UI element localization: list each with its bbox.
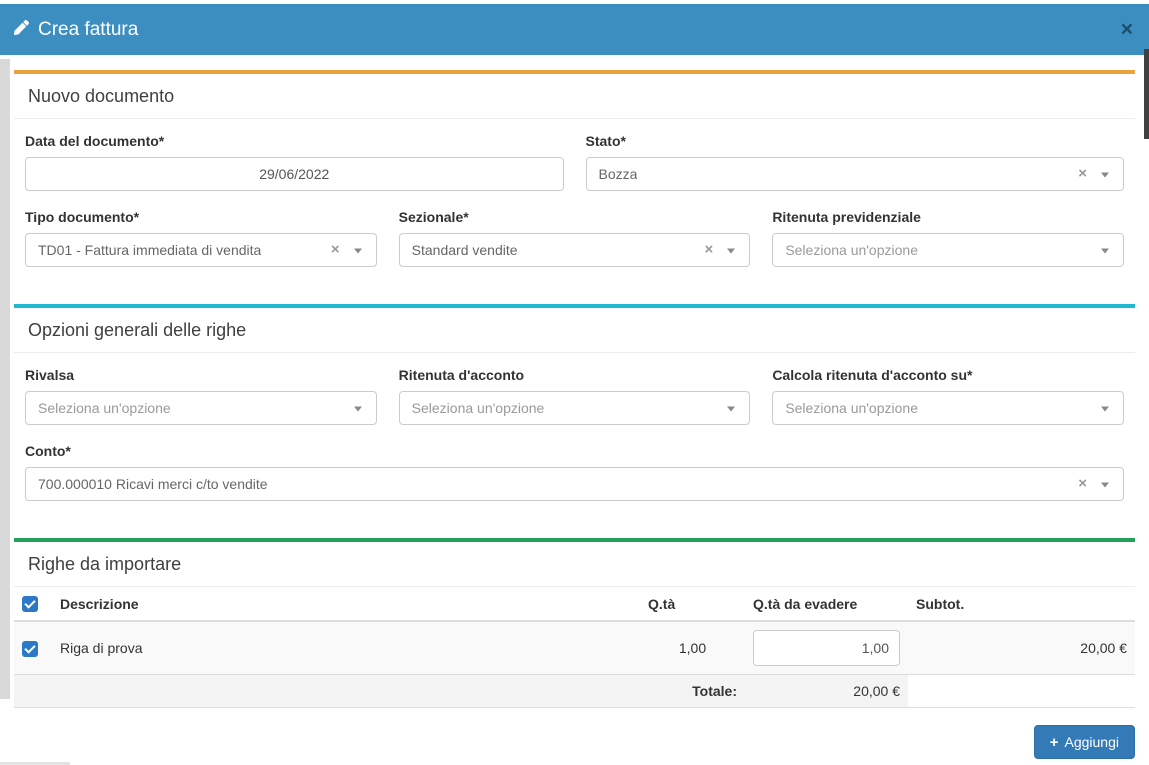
aggiungi-button-label: Aggiungi xyxy=(1065,734,1120,750)
totale-label: Totale: xyxy=(14,675,745,708)
stato-select[interactable]: Bozza × xyxy=(586,157,1125,191)
chevron-down-icon[interactable] xyxy=(354,407,362,412)
chevron-down-icon[interactable] xyxy=(1101,173,1109,178)
qta-da-evadere-input[interactable] xyxy=(753,630,900,666)
column-header-qta: Q.tà xyxy=(640,587,745,621)
ritenuta-previdenziale-placeholder: Seleziona un'opzione xyxy=(785,242,918,258)
table-footer-row: Totale: 20,00 € xyxy=(14,675,1135,708)
table-row: Riga di prova 1,00 20,00 € xyxy=(14,621,1135,675)
chevron-down-icon[interactable] xyxy=(354,249,362,254)
panel-righe-da-importare: Righe da importare Descrizione Q.tà Q.tà… xyxy=(14,538,1135,708)
calcola-ritenuta-placeholder: Seleziona un'opzione xyxy=(785,400,918,416)
table-header-row: Descrizione Q.tà Q.tà da evadere Subtot. xyxy=(14,587,1135,621)
modal-body: Nuovo documento Data del documento* Stat… xyxy=(0,55,1149,759)
clear-x-icon[interactable]: × xyxy=(705,242,714,257)
data-documento-input[interactable] xyxy=(25,157,564,191)
close-icon[interactable]: × xyxy=(1121,19,1133,40)
column-header-qta-da-evadere: Q.tà da evadere xyxy=(745,587,908,621)
rivalsa-placeholder: Seleziona un'opzione xyxy=(38,400,171,416)
plus-icon: + xyxy=(1050,735,1059,750)
clear-x-icon[interactable]: × xyxy=(331,242,340,257)
label-tipo-documento: Tipo documento* xyxy=(25,209,377,225)
label-calcola-ritenuta: Calcola ritenuta d'acconto su* xyxy=(772,367,1124,383)
sezionale-select-value: Standard vendite xyxy=(412,242,518,258)
panel-opzioni-generali: Opzioni generali delle righe Rivalsa Sel… xyxy=(14,304,1135,521)
label-ritenuta-previdenziale: Ritenuta previdenziale xyxy=(772,209,1124,225)
ritenuta-previdenziale-select[interactable]: Seleziona un'opzione xyxy=(772,233,1124,267)
scrollbar-thumb[interactable] xyxy=(1144,49,1149,139)
chevron-down-icon[interactable] xyxy=(1101,249,1109,254)
panel-title-nuovo-documento: Nuovo documento xyxy=(14,74,1135,119)
totale-blank-cell xyxy=(908,675,1135,708)
label-conto: Conto* xyxy=(25,443,1124,459)
sezionale-select[interactable]: Standard vendite × xyxy=(399,233,751,267)
ritenuta-acconto-placeholder: Seleziona un'opzione xyxy=(412,400,545,416)
calcola-ritenuta-select[interactable]: Seleziona un'opzione xyxy=(772,391,1124,425)
tipo-documento-select[interactable]: TD01 - Fattura immediata di vendita × xyxy=(25,233,377,267)
chevron-down-icon[interactable] xyxy=(1101,483,1109,488)
righe-table: Descrizione Q.tà Q.tà da evadere Subtot.… xyxy=(14,587,1135,708)
aggiungi-button[interactable]: + Aggiungi xyxy=(1034,725,1135,759)
column-header-subtot: Subtot. xyxy=(908,587,1135,621)
label-data-documento: Data del documento* xyxy=(25,133,564,149)
chevron-down-icon[interactable] xyxy=(1101,407,1109,412)
panel-title-opzioni-generali: Opzioni generali delle righe xyxy=(14,308,1135,353)
row-descrizione: Riga di prova xyxy=(52,621,640,675)
ritenuta-acconto-select[interactable]: Seleziona un'opzione xyxy=(399,391,751,425)
row-qta: 1,00 xyxy=(640,621,745,675)
select-all-checkbox[interactable] xyxy=(22,596,38,612)
column-header-descrizione: Descrizione xyxy=(52,587,640,621)
chevron-down-icon[interactable] xyxy=(727,407,735,412)
label-stato: Stato* xyxy=(586,133,1125,149)
tipo-documento-select-value: TD01 - Fattura immediata di vendita xyxy=(38,242,261,258)
modal-title-text: Crea fattura xyxy=(38,19,138,41)
pencil-icon xyxy=(14,19,29,41)
modal-actions: + Aggiungi xyxy=(14,725,1135,759)
totale-value: 20,00 € xyxy=(745,675,908,708)
label-rivalsa: Rivalsa xyxy=(25,367,377,383)
modal-header: Crea fattura × xyxy=(0,4,1149,55)
label-sezionale: Sezionale* xyxy=(399,209,751,225)
conto-select-value: 700.000010 Ricavi merci c/to vendite xyxy=(38,476,268,492)
clear-x-icon[interactable]: × xyxy=(1078,476,1087,491)
stato-select-value: Bozza xyxy=(599,166,638,182)
conto-select[interactable]: 700.000010 Ricavi merci c/to vendite × xyxy=(25,467,1124,501)
clear-x-icon[interactable]: × xyxy=(1078,166,1087,181)
row-checkbox[interactable] xyxy=(22,641,38,657)
rivalsa-select[interactable]: Seleziona un'opzione xyxy=(25,391,377,425)
page-edge-left xyxy=(0,59,10,699)
chevron-down-icon[interactable] xyxy=(727,249,735,254)
panel-nuovo-documento: Nuovo documento Data del documento* Stat… xyxy=(14,70,1135,287)
row-subtot: 20,00 € xyxy=(908,621,1135,675)
label-ritenuta-acconto: Ritenuta d'acconto xyxy=(399,367,751,383)
panel-title-righe-da-importare: Righe da importare xyxy=(14,542,1135,587)
modal-title: Crea fattura xyxy=(14,19,138,41)
